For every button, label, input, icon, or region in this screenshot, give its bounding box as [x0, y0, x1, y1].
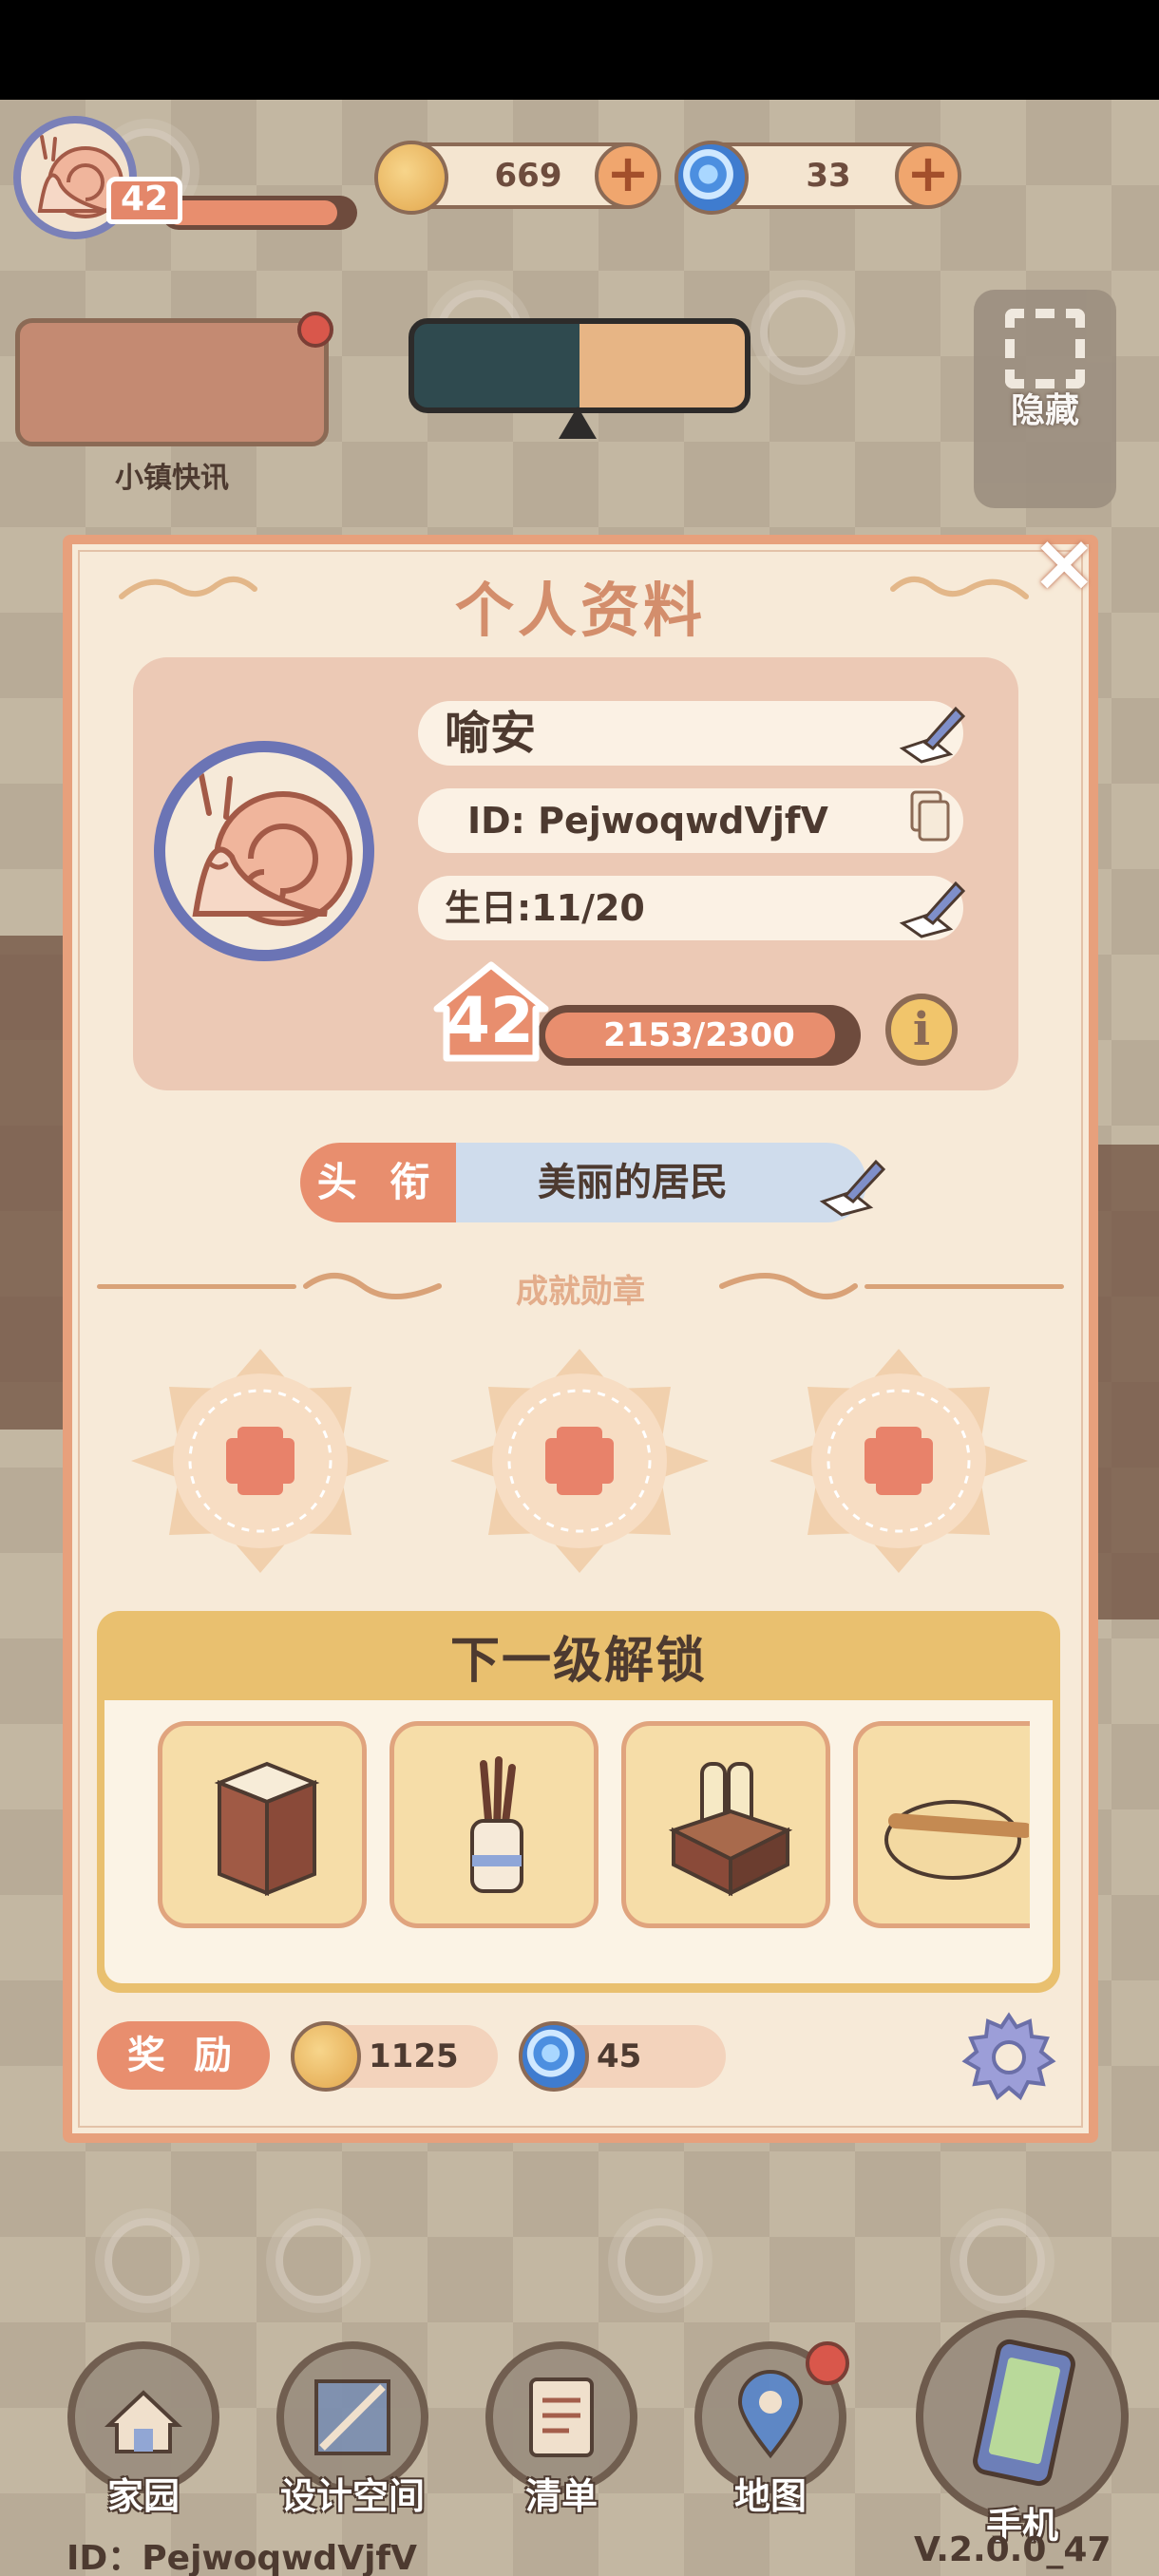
footer-player-id: ID：PejwoqwdVjfV — [66, 2539, 417, 2576]
fullscreen-icon — [1005, 309, 1085, 388]
nav-design-space-label: 设计空间 — [279, 2475, 425, 2517]
player-level-badge: 42 — [106, 177, 182, 224]
nav-design-space[interactable]: 设计空间 — [272, 2341, 433, 2517]
profile-level: 42 — [446, 984, 534, 1057]
add-badge-slot[interactable] — [450, 1349, 709, 1573]
coin-counter: 669 + — [374, 141, 661, 215]
add-gems-button[interactable]: + — [895, 142, 961, 209]
next-unlock-title: 下一级解锁 — [449, 1633, 707, 1690]
swirl-gem-icon — [519, 2021, 589, 2092]
edit-pencil-icon[interactable] — [893, 691, 969, 767]
birthday-field: 生日:11/20 — [418, 876, 966, 940]
tile-decoration — [276, 2218, 361, 2303]
xp-text: 2153/2300 — [603, 1016, 795, 1054]
coin-value: 669 — [494, 157, 562, 195]
unlock-item[interactable] — [621, 1721, 830, 1928]
unlock-item[interactable] — [853, 1721, 1033, 1928]
dough-rolling-pin-icon — [884, 1800, 1033, 1880]
title-row[interactable]: 头 衔 美丽的居民 — [300, 1143, 886, 1222]
title-value: 美丽的居民 — [456, 1143, 866, 1222]
reward-label: 奖 励 — [97, 2021, 270, 2090]
version-label: V.2.0.0_47 — [914, 2530, 1112, 2569]
unlock-item[interactable] — [390, 1721, 598, 1928]
cabinet-icon — [214, 1761, 320, 1896]
unlock-item[interactable] — [158, 1721, 367, 1928]
reward-coins: 1125 — [291, 2021, 498, 2092]
close-button[interactable]: × — [1031, 522, 1097, 602]
coin-icon — [291, 2021, 361, 2092]
scroll-box-icon — [668, 1762, 793, 1897]
gem-value: 33 — [806, 157, 851, 195]
player-birthday: 生日:11/20 — [445, 887, 645, 929]
reward-coins-value: 1125 — [369, 2037, 459, 2075]
brush-pot-icon — [470, 1756, 523, 1893]
level-info-button[interactable]: i — [885, 994, 958, 1066]
nav-list-label: 清单 — [524, 2475, 598, 2517]
time-pointer-icon — [559, 407, 597, 439]
hide-ui-button[interactable]: 隐藏 — [974, 290, 1116, 508]
copy-icon[interactable] — [887, 779, 963, 855]
notification-dot — [806, 2341, 849, 2385]
gem-counter: 33 + — [674, 141, 961, 215]
reward-gems: 45 — [519, 2021, 726, 2092]
nav-map[interactable]: 地图 — [690, 2341, 851, 2517]
settings-gear-icon[interactable] — [961, 2010, 1056, 2105]
town-news-label: 小镇快讯 — [115, 462, 229, 495]
nav-list[interactable]: 清单 — [481, 2341, 642, 2517]
profile-avatar[interactable] — [154, 741, 374, 961]
achievements-label: 成就勋章 — [516, 1273, 645, 1311]
nav-map-label: 地图 — [733, 2475, 807, 2517]
town-news-button[interactable] — [15, 312, 333, 446]
day-night-indicator — [408, 318, 750, 413]
hide-label: 隐藏 — [1010, 391, 1079, 430]
nav-phone[interactable]: 手机 — [914, 2310, 1130, 2547]
player-id: ID: PejwoqwdVjfV — [467, 800, 828, 842]
coin-icon — [374, 141, 448, 215]
notification-dot — [297, 312, 333, 348]
tile-decoration — [960, 2218, 1045, 2303]
swirl-gem-icon — [674, 141, 749, 215]
edit-pencil-icon[interactable] — [813, 1145, 889, 1221]
edit-pencil-icon[interactable] — [893, 866, 969, 942]
snail-icon — [192, 772, 352, 926]
add-badge-slot[interactable] — [131, 1349, 390, 1573]
player-xp-bar — [162, 196, 357, 230]
reward-gems-value: 45 — [597, 2037, 642, 2075]
nav-home-label: 家园 — [106, 2475, 180, 2517]
dialog-title: 个人资料 — [454, 576, 706, 645]
add-coins-button[interactable]: + — [595, 142, 661, 209]
title-tag: 头 衔 — [300, 1143, 456, 1222]
player-name: 喻安 — [445, 707, 537, 760]
phone-icon — [916, 2310, 1129, 2523]
name-field: 喻安 — [418, 701, 966, 766]
level-progress-bar: 2153/2300 — [538, 1005, 861, 1066]
tile-decoration — [760, 290, 846, 375]
tile-decoration — [104, 2218, 190, 2303]
nav-home[interactable]: 家园 — [63, 2341, 224, 2517]
id-field: ID: PejwoqwdVjfV — [418, 788, 963, 853]
tile-decoration — [618, 2218, 703, 2303]
add-badge-slot[interactable] — [770, 1349, 1028, 1573]
